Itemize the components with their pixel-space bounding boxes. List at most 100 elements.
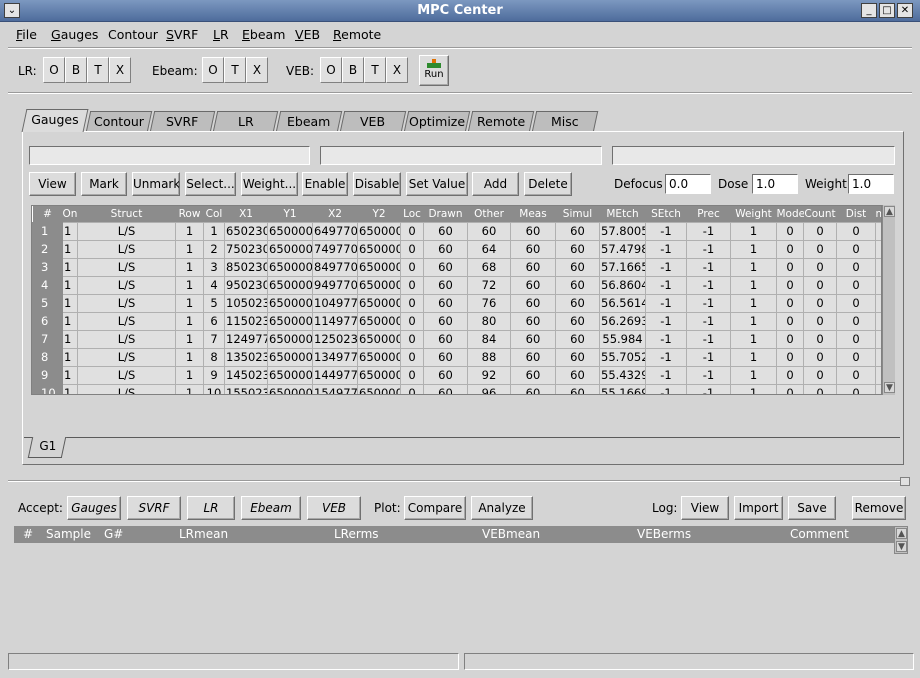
cell-simul[interactable]: 60 <box>555 257 600 277</box>
cell-struct[interactable]: L/S <box>77 293 176 313</box>
cell-y2[interactable]: 650000 <box>357 239 401 259</box>
cell-prec[interactable]: -1 <box>686 311 731 331</box>
cell-prec[interactable]: -1 <box>686 293 731 313</box>
tab-veb[interactable]: VEB <box>339 111 407 132</box>
disable-button[interactable]: Disable <box>353 172 401 196</box>
menu-gauges[interactable]: Gauges <box>51 27 98 42</box>
cell-prec[interactable]: -1 <box>686 239 731 259</box>
cell-row[interactable]: 1 <box>175 221 204 241</box>
cell-x2[interactable]: 849770 <box>312 257 358 277</box>
cell-other[interactable]: 80 <box>467 311 511 331</box>
lr-toggle-b[interactable]: B <box>65 57 87 83</box>
cell-mode[interactable]: 0 <box>776 221 804 241</box>
cell-setch[interactable]: -1 <box>645 239 687 259</box>
view-button[interactable]: View <box>29 172 76 196</box>
cell-y1[interactable]: 650000 <box>267 239 313 259</box>
cell-x2[interactable]: 1149770 <box>312 311 358 331</box>
cell-simul[interactable]: 60 <box>555 383 600 394</box>
log-column-vebmean[interactable]: VEBmean <box>482 527 540 541</box>
log-column-g[interactable]: G# <box>104 527 123 541</box>
cell-dist[interactable]: 0 <box>836 239 876 259</box>
cell-row[interactable]: 1 <box>175 383 204 394</box>
cell-y2[interactable]: 650000 <box>357 221 401 241</box>
cell-metch[interactable]: 55.1669 <box>599 383 646 394</box>
cell-dist[interactable]: 0 <box>836 347 876 367</box>
cell-row[interactable]: 1 <box>175 275 204 295</box>
cell-other[interactable]: 88 <box>467 347 511 367</box>
cell-y1[interactable]: 650000 <box>267 293 313 313</box>
cell-mode[interactable]: 0 <box>776 365 804 385</box>
table-row[interactable]: 71L/S17124977065000012502306500000608460… <box>32 329 881 349</box>
log-save-button[interactable]: Save <box>788 496 836 520</box>
cell-dist[interactable]: 0 <box>836 365 876 385</box>
pane-splitter[interactable] <box>8 480 904 482</box>
veb-toggle-o[interactable]: O <box>320 57 342 83</box>
cell-other[interactable]: 64 <box>467 239 511 259</box>
set-value-button[interactable]: Set Value <box>406 172 468 196</box>
column-header-y1[interactable]: Y1 <box>267 206 313 222</box>
cell-prec[interactable]: -1 <box>686 257 731 277</box>
cell-x2[interactable]: 749770 <box>312 239 358 259</box>
cell-col[interactable]: 5 <box>203 293 225 313</box>
log-column-sample[interactable]: Sample <box>46 527 91 541</box>
cell-weight[interactable]: 1 <box>730 383 777 394</box>
column-header-on[interactable]: On <box>62 206 78 222</box>
column-header-metch[interactable]: MEtch <box>599 206 646 222</box>
cell-setch[interactable]: -1 <box>645 383 687 394</box>
tab-svrf[interactable]: SVRF <box>149 111 216 132</box>
accept-lr-button[interactable]: LR <box>187 496 235 520</box>
maximize-icon[interactable]: □ <box>879 3 895 18</box>
cell-other[interactable]: 84 <box>467 329 511 349</box>
cell-y1[interactable]: 650000 <box>267 311 313 331</box>
cell-count[interactable]: 0 <box>803 221 837 241</box>
menu-lr[interactable]: LR <box>213 27 229 42</box>
cell-y2[interactable]: 650000 <box>357 275 401 295</box>
cell-y1[interactable]: 650000 <box>267 257 313 277</box>
cell-y2[interactable]: 650000 <box>357 293 401 313</box>
cell-simul[interactable]: 60 <box>555 293 600 313</box>
log-column-veberms[interactable]: VEBerms <box>637 527 691 541</box>
cell-metch[interactable]: 55.7052 <box>599 347 646 367</box>
column-header-loc[interactable]: Loc <box>400 206 424 222</box>
cell-simul[interactable]: 60 <box>555 311 600 331</box>
cell-struct[interactable]: L/S <box>77 311 176 331</box>
cell-on[interactable]: 1 <box>62 257 78 277</box>
ebeam-toggle-o[interactable]: O <box>202 57 224 83</box>
cell-dist[interactable]: 0 <box>836 311 876 331</box>
cell-other[interactable]: 92 <box>467 365 511 385</box>
cell-y2[interactable]: 650000 <box>357 329 401 349</box>
cell-loc[interactable]: 0 <box>400 275 424 295</box>
cell-drawn[interactable]: 60 <box>423 239 468 259</box>
menu-svrf[interactable]: SVRF <box>166 27 198 42</box>
column-header-setch[interactable]: SEtch <box>645 206 687 222</box>
cell-x1[interactable]: 1249770 <box>224 329 268 349</box>
delete-button[interactable]: Delete <box>524 172 572 196</box>
veb-toggle-b[interactable]: B <box>342 57 364 83</box>
cell-weight[interactable]: 1 <box>730 293 777 313</box>
cell-setch[interactable]: -1 <box>645 365 687 385</box>
log-view-button[interactable]: View <box>681 496 729 520</box>
log-column-comment[interactable]: Comment <box>790 527 849 541</box>
minimize-icon[interactable]: _ <box>861 3 877 18</box>
cell-count[interactable]: 0 <box>803 293 837 313</box>
cell-x1[interactable]: 750230 <box>224 239 268 259</box>
cell-mode[interactable]: 0 <box>776 347 804 367</box>
cell-on[interactable]: 1 <box>62 383 78 394</box>
cell-struct[interactable]: L/S <box>77 329 176 349</box>
cell-y1[interactable]: 650000 <box>267 221 313 241</box>
gauges-table-scrollbar[interactable]: ▲ ▼ <box>882 205 895 395</box>
cell-mode[interactable]: 0 <box>776 383 804 394</box>
column-header-dist[interactable]: Dist <box>836 206 876 222</box>
mark-button[interactable]: Mark <box>81 172 127 196</box>
cell-col[interactable]: 7 <box>203 329 225 349</box>
cell-dist[interactable]: 0 <box>836 293 876 313</box>
cell-metch[interactable]: 57.8005 <box>599 221 646 241</box>
veb-toggle-x[interactable]: X <box>386 57 408 83</box>
cell-dist[interactable]: 0 <box>836 275 876 295</box>
column-header-drawn[interactable]: Drawn <box>423 206 468 222</box>
cell-count[interactable]: 0 <box>803 329 837 349</box>
cell-setch[interactable]: -1 <box>645 257 687 277</box>
log-scroll-down-icon[interactable]: ▼ <box>896 541 907 552</box>
cell-setch[interactable]: -1 <box>645 293 687 313</box>
cell-simul[interactable]: 60 <box>555 329 600 349</box>
